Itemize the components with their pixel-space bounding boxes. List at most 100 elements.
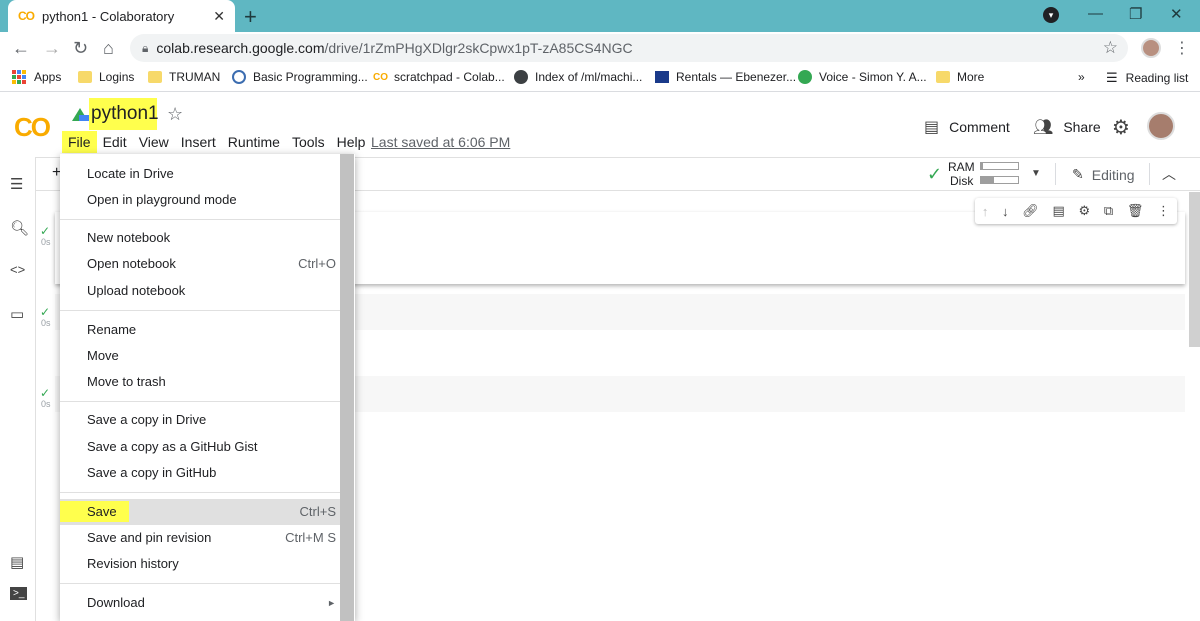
move-down-icon[interactable]: ↓ (1002, 204, 1009, 219)
back-icon[interactable]: ← (12, 38, 30, 59)
reading-list[interactable]: ☰ Reading list (1106, 70, 1188, 86)
last-saved-link[interactable]: Last saved at 6:06 PM (371, 134, 510, 150)
notebook-title[interactable]: python1 (89, 98, 159, 130)
bookmark-label: scratchpad - Colab... (394, 70, 505, 84)
cell-exec-time: 0s (41, 237, 51, 247)
menu-item-open-notebook[interactable]: Open notebook Ctrl+O (60, 251, 340, 277)
bookmarks-overflow[interactable]: » (1078, 70, 1085, 84)
new-tab-icon[interactable]: + (244, 4, 257, 30)
files-folder-icon[interactable]: ▭ (10, 305, 24, 323)
menu-item-rename[interactable]: Rename (60, 317, 340, 343)
bookmark-label: More (957, 70, 985, 84)
resources-dropdown-icon[interactable]: ▼ (1031, 168, 1041, 179)
mirror-cell-icon[interactable]: ⧉ (1104, 203, 1113, 219)
link-icon[interactable]: 🔗︎ (1022, 203, 1039, 219)
profile-avatar[interactable] (1141, 38, 1161, 58)
bookmark-truman[interactable]: TRUMAN (148, 70, 220, 84)
comment-icon: ▤ (924, 119, 940, 136)
browser-menu-icon[interactable]: ⋮ (1174, 38, 1190, 58)
colab-icon: CO (373, 71, 388, 83)
menu-item-move-to-trash[interactable]: Move to trash (60, 369, 340, 395)
editing-mode-button[interactable]: ✎ Editing (1072, 166, 1135, 183)
move-up-icon[interactable]: ↑ (982, 204, 989, 219)
menu-item-label: Save a copy in Drive (87, 412, 207, 427)
window-close-icon[interactable]: ✕ (1170, 5, 1183, 23)
menu-view[interactable]: View (133, 131, 175, 153)
menu-item-download[interactable]: Download ► (60, 590, 340, 616)
code-snippets-icon[interactable]: <> (10, 262, 25, 277)
chevron-up-icon[interactable]: ︿ (1162, 164, 1176, 184)
reload-icon[interactable]: ↻ (73, 38, 88, 59)
restore-icon[interactable]: ❐ (1129, 5, 1142, 23)
people-icon: 👥︎ (1033, 119, 1054, 136)
menu-separator (60, 401, 340, 402)
settings-gear-icon[interactable]: ⚙ (1112, 115, 1130, 140)
colab-logo[interactable]: CO (14, 112, 51, 143)
bookmarks-bar: Apps Logins TRUMAN Basic Programming... … (0, 64, 1200, 92)
c-icon (232, 70, 246, 84)
bookmark-logins[interactable]: Logins (78, 70, 134, 84)
bookmark-apps[interactable]: Apps (12, 70, 61, 84)
more-options-icon[interactable]: ⋮ (1157, 203, 1170, 219)
menu-tools[interactable]: Tools (286, 131, 331, 153)
address-bar[interactable]: 🔒︎ colab.research.google.com/drive/1rZmP… (130, 34, 1128, 62)
menu-insert[interactable]: Insert (175, 131, 222, 153)
bookmark-more[interactable]: More (936, 70, 984, 84)
menu-item-save-copy-gist[interactable]: Save a copy as a GitHub Gist (60, 434, 340, 460)
file-menu-dropdown: Locate in Drive Open in playground mode … (60, 154, 355, 621)
search-icon[interactable]: 🔍︎ (10, 219, 29, 237)
user-avatar[interactable] (1147, 112, 1175, 140)
delete-icon[interactable]: 🗑︎ (1127, 203, 1144, 219)
bookmark-scratchpad[interactable]: CO scratchpad - Colab... (373, 70, 505, 84)
home-icon[interactable]: ⌂ (103, 38, 114, 59)
menu-item-move[interactable]: Move (60, 343, 340, 369)
browser-tab[interactable]: CO python1 - Colaboratory ✕ (8, 0, 235, 32)
minimize-icon[interactable]: — (1088, 5, 1103, 22)
menu-file[interactable]: File (62, 131, 97, 153)
menu-item-save[interactable]: Save Ctrl+S (60, 499, 340, 525)
table-of-contents-icon[interactable]: ☰ (10, 175, 23, 193)
terminal-icon[interactable]: >_ (10, 587, 28, 600)
ram-usage-bar[interactable] (980, 162, 1019, 170)
menu-item-revision-history[interactable]: Revision history (60, 551, 340, 577)
url-path: /drive/1rZmPHgXDlgr2skCpwx1pT-zA85CS4NGC (324, 40, 633, 56)
menu-item-locate-in-drive[interactable]: Locate in Drive (60, 161, 340, 187)
menu-edit[interactable]: Edit (97, 131, 133, 153)
menu-item-label: New notebook (87, 230, 171, 245)
connected-check-icon: ✓ (927, 164, 943, 184)
comment-icon[interactable]: ▤ (1052, 203, 1064, 219)
menu-scrollbar[interactable] (340, 154, 354, 621)
tab-close-icon[interactable]: ✕ (213, 8, 225, 25)
settings-gear-icon[interactable]: ⚙ (1078, 203, 1090, 219)
bookmark-rentals[interactable]: Rentals — Ebenezer... (655, 70, 796, 84)
share-button[interactable]: 👥︎ Share (1033, 117, 1101, 137)
menu-item-upload-notebook[interactable]: Upload notebook (60, 278, 340, 304)
menu-item-save-copy-github[interactable]: Save a copy in GitHub (60, 460, 340, 486)
scrollbar[interactable] (1189, 192, 1200, 347)
disk-usage-fill (981, 177, 994, 183)
drive-icon[interactable] (72, 108, 89, 121)
menu-item-open-playground[interactable]: Open in playground mode (60, 187, 340, 213)
menu-item-save-and-pin[interactable]: Save and pin revision Ctrl+M S (60, 525, 340, 551)
bookmark-basic-programming[interactable]: Basic Programming... (232, 70, 368, 84)
tab-search-icon[interactable]: ▾ (1043, 7, 1059, 23)
menu-item-shortcut: Ctrl+S (299, 504, 336, 519)
menu-help[interactable]: Help (331, 131, 372, 153)
bookmark-voice[interactable]: Voice - Simon Y. A... (798, 70, 927, 84)
comment-button[interactable]: ▤ Comment (924, 117, 1010, 137)
menu-separator (60, 583, 340, 584)
menu-item-label: Save and pin revision (87, 530, 212, 545)
bookmark-index-ml[interactable]: Index of /ml/machi... (514, 70, 642, 84)
bookmark-label: Apps (34, 70, 62, 84)
menu-item-new-notebook[interactable]: New notebook (60, 225, 340, 251)
menu-item-label: Locate in Drive (87, 166, 174, 181)
menu-runtime[interactable]: Runtime (222, 131, 286, 153)
menu-item-save-copy-drive[interactable]: Save a copy in Drive (60, 407, 340, 433)
forward-icon[interactable]: → (43, 38, 61, 59)
disk-usage-bar[interactable] (980, 176, 1019, 184)
star-icon[interactable]: ☆ (167, 104, 183, 125)
bookmark-star-icon[interactable]: ☆ (1103, 38, 1118, 58)
share-label: Share (1063, 119, 1101, 135)
command-palette-icon[interactable]: ▤ (10, 553, 24, 571)
menu-item-label: Open in playground mode (87, 192, 237, 207)
